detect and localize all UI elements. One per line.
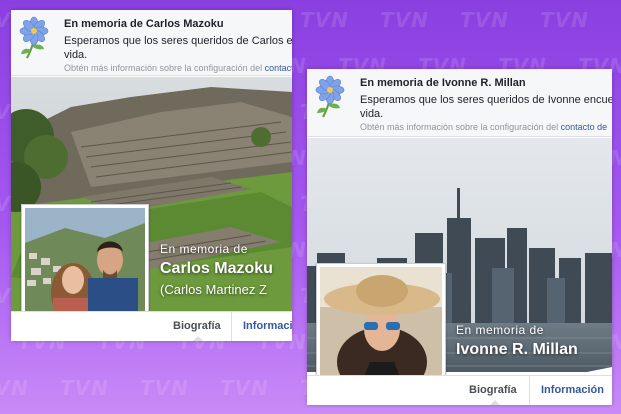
active-tab-caret-icon [193, 336, 203, 341]
tvn-watermark-mark: TVN [0, 376, 29, 400]
profile-alternate-name: (Carlos Martinez Z [160, 282, 267, 297]
notice-body: Esperamos que los seres queridos de Carl… [64, 34, 292, 62]
notice-body: Esperamos que los seres queridos de Ivon… [360, 93, 612, 121]
notice-title: En memoria de Ivonne R. Millan [360, 77, 526, 89]
tvn-watermark-mark: TVN [220, 376, 269, 400]
memorial-profile-card-ivonne: En memoria de Ivonne R. Millan Esperamos… [307, 69, 612, 405]
tab-informacion[interactable]: Informació [243, 320, 292, 332]
memorial-notice-banner: En memoria de Carlos Mazoku Esperamos qu… [11, 10, 292, 76]
tab-informacion[interactable]: Información [541, 384, 604, 396]
memorial-label: En memoria de [160, 242, 248, 256]
notice-body-line1: Esperamos que los seres queridos de Ivon… [360, 94, 612, 106]
profile-photo-woman-hat [320, 267, 442, 387]
flower-icon [19, 16, 49, 59]
notice-more-text: Obtén más información sobre la configura… [64, 63, 263, 73]
profile-name[interactable]: Ivonne R. Millan [456, 341, 578, 359]
tab-divider [231, 312, 232, 341]
notice-more-info: Obtén más información sobre la configura… [64, 63, 292, 73]
memorial-notice-banner: En memoria de Ivonne R. Millan Esperamos… [307, 69, 612, 137]
legacy-contact-link[interactable]: contacto [265, 63, 292, 73]
profile-name[interactable]: Carlos Mazoku [160, 260, 273, 278]
tvn-watermark-mark: TVN [540, 8, 589, 32]
profile-photo-couple [25, 208, 145, 326]
tvn-watermark-mark: TVN [140, 376, 189, 400]
tvn-watermark-mark: TVN [60, 376, 109, 400]
profile-tab-bar: Biografía Informació [11, 311, 292, 341]
notice-body-line2: vida. [64, 49, 88, 61]
memorial-label: En memoria de [456, 323, 544, 337]
legacy-contact-link[interactable]: contacto de [561, 122, 608, 132]
memorial-profile-card-carlos: En memoria de Carlos Mazoku Esperamos qu… [11, 10, 292, 341]
notice-more-text: Obtén más información sobre la configura… [360, 122, 559, 132]
tvn-watermark-mark: TVN [380, 8, 429, 32]
notice-body-line1: Esperamos que los seres queridos de Carl… [64, 35, 292, 47]
profile-tab-bar: Biografía Información [307, 375, 612, 405]
profile-picture[interactable] [316, 263, 446, 391]
tvn-watermark-mark: TVN [460, 8, 509, 32]
flower-icon [315, 75, 345, 118]
tab-biografia[interactable]: Biografía [469, 384, 517, 396]
tvn-watermark-mark: TVN [300, 8, 349, 32]
tab-divider [529, 376, 530, 405]
notice-more-info: Obtén más información sobre la configura… [360, 122, 607, 132]
notice-title: En memoria de Carlos Mazoku [64, 18, 224, 30]
tab-biografia[interactable]: Biografía [173, 320, 221, 332]
notice-body-line2: vida. [360, 108, 384, 120]
active-tab-caret-icon [490, 400, 500, 405]
